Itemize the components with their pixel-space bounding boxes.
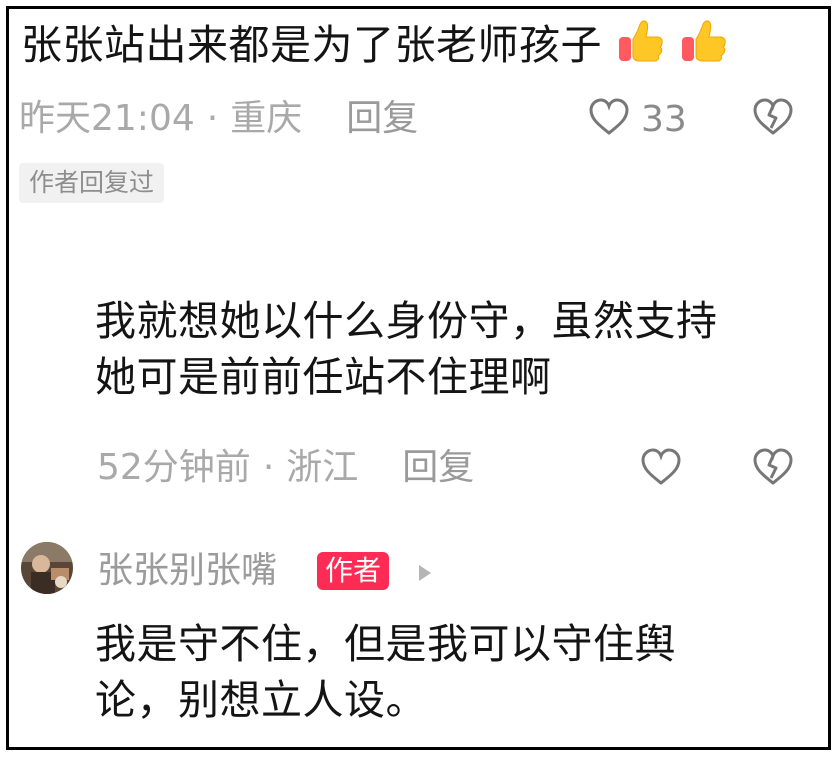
author-reply-text: 我是守不住，但是我可以守住舆 论，别想立人设。 [95, 616, 676, 728]
avatar[interactable] [21, 542, 73, 594]
timestamp: 昨天21:04 [19, 98, 195, 139]
like-button[interactable] [639, 447, 683, 491]
location: 浙江 [286, 447, 359, 488]
location: 重庆 [230, 98, 303, 139]
meta-separator: · [262, 447, 275, 488]
timestamp: 52分钟前 [97, 447, 251, 488]
author-reply-line-1: 我是守不住，但是我可以守住舆 [95, 620, 676, 668]
reply-1-meta: 52分钟前 · 浙江 回复 [97, 446, 474, 490]
top-comment-text: 张张站出来都是为了张老师孩子 [21, 15, 729, 79]
author-name[interactable]: 张张别张嘴 [97, 549, 277, 593]
broken-heart-icon[interactable] [751, 97, 795, 141]
reply-button[interactable]: 回复 [402, 446, 474, 490]
author-replied-tag: 作者回复过 [19, 163, 165, 203]
reply-1-text: 我就想她以什么身份守，虽然支持 她可是前前任站不住理啊 [95, 293, 718, 405]
heart-icon[interactable] [639, 447, 683, 491]
reply-1-line-1: 我就想她以什么身份守，虽然支持 [95, 297, 718, 345]
dislike-button[interactable] [751, 447, 795, 491]
broken-heart-icon[interactable] [751, 447, 795, 491]
like-count: 33 [641, 98, 687, 140]
top-comment-meta: 昨天21:04 · 重庆 回复 [19, 97, 418, 141]
dislike-button[interactable] [751, 97, 795, 141]
heart-icon[interactable] [587, 97, 631, 141]
author-badge: 作者 [317, 552, 390, 590]
reply-button[interactable]: 回复 [346, 97, 418, 141]
comment-screenshot: 张张站出来都是为了张老师孩子 昨天21:04 · 重庆 回复 33 作者回复过 … [6, 6, 831, 750]
meta-separator: · [206, 98, 219, 139]
like-button[interactable]: 33 [587, 97, 687, 141]
play-icon[interactable] [417, 563, 433, 587]
thumbs-up-icon [616, 15, 666, 79]
thumbs-up-icon [679, 15, 729, 79]
top-comment-body: 张张站出来都是为了张老师孩子 [21, 21, 602, 69]
author-reply-line-2: 论，别想立人设。 [95, 676, 427, 724]
reply-1-line-2: 她可是前前任站不住理啊 [95, 353, 552, 401]
